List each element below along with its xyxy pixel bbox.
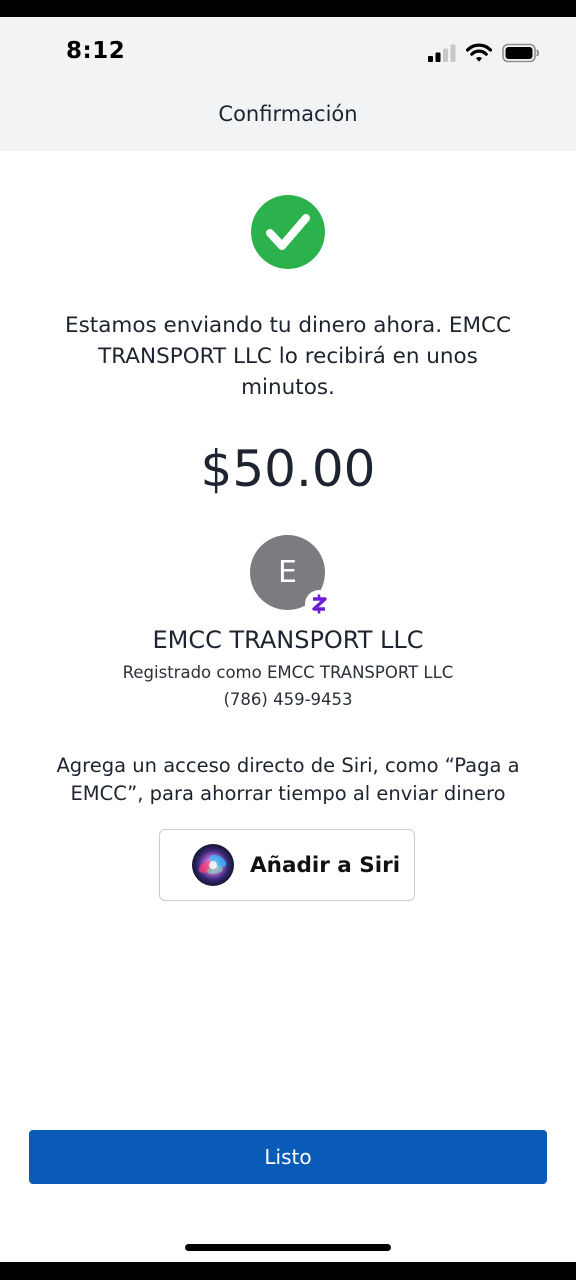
done-button[interactable]: Listo: [29, 1130, 547, 1184]
wifi-icon: [465, 43, 493, 67]
status-time: 8:12: [66, 38, 126, 64]
add-to-siri-button[interactable]: Añadir a Siri: [159, 829, 415, 901]
add-to-siri-label: Añadir a Siri: [250, 852, 401, 878]
page-title: Confirmación: [218, 102, 358, 126]
confirmation-message: Estamos enviando tu dinero ahora. EMCC T…: [64, 313, 512, 400]
status-icons: [428, 43, 540, 67]
battery-icon: [502, 43, 540, 67]
cellular-signal-icon: [428, 44, 456, 66]
recipient-phone: (786) 459-9453: [223, 690, 353, 709]
done-button-label: Listo: [264, 1145, 312, 1169]
amount: $50.00: [200, 440, 376, 498]
recipient-name: EMCC TRANSPORT LLC: [152, 626, 424, 654]
siri-icon: [191, 843, 235, 887]
registered-as: Registrado como EMCC TRANSPORT LLC: [122, 663, 454, 682]
bottom-screen-edge: [0, 1262, 576, 1280]
top-screen-edge: [0, 0, 576, 17]
zelle-icon: [305, 590, 333, 618]
siri-shortcut-prompt: Agrega un acceso directo de Siri, como “…: [56, 754, 520, 805]
avatar-initial: E: [278, 555, 297, 590]
home-indicator[interactable]: [185, 1244, 391, 1251]
checkmark-icon: [251, 195, 325, 269]
